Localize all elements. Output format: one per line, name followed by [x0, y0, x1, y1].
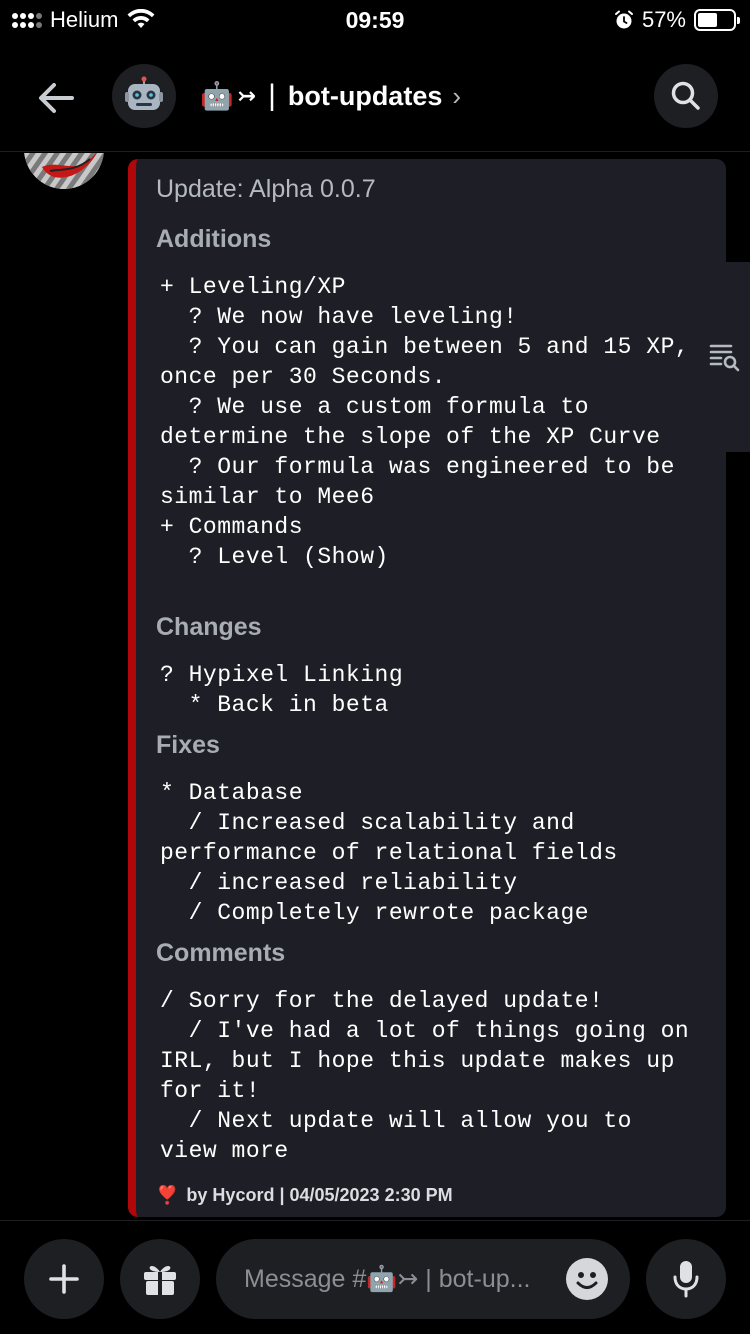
battery-fill [698, 13, 718, 27]
search-button[interactable] [654, 64, 718, 128]
emoji-button[interactable] [566, 1258, 608, 1300]
arrow-left-icon [39, 83, 74, 113]
heart-exclamation-icon: ❣️ [156, 1185, 179, 1205]
field-name-changes: Changes [156, 613, 262, 641]
battery-percent: 57% [641, 7, 686, 32]
channel-emoji: 🤖 [200, 81, 234, 111]
author-avatar[interactable] [24, 153, 104, 189]
message-composer: Message #🤖↣ | bot-up... [0, 1220, 750, 1334]
field-value-comments: / Sorry for the delayed update! / I've h… [160, 988, 690, 1164]
field-name-comments: Comments [156, 939, 286, 967]
smile-icon [576, 1272, 598, 1289]
update-embed: Update: Alpha 0.0.7 Additions + Leveling… [128, 159, 726, 1217]
status-bar: Helium 09:59 57% [0, 0, 750, 42]
gift-button[interactable] [120, 1239, 200, 1319]
add-attachment-button[interactable] [24, 1239, 104, 1319]
list-search-icon [709, 344, 740, 372]
battery-icon [694, 9, 740, 31]
member-list-tab[interactable] [700, 262, 750, 452]
embed-footer: ❣️ by Hycord | 04/05/2023 2:30 PM [156, 1185, 453, 1206]
channel-title-button[interactable]: 🤖 ↣ | bot-updates › [200, 72, 461, 120]
message-list[interactable]: Update: Alpha 0.0.7 Additions + Leveling… [0, 153, 750, 1220]
microphone-icon [673, 1261, 699, 1298]
message-placeholder: Message #🤖↣ | bot-up... [244, 1265, 531, 1293]
embed-title: Update: Alpha 0.0.7 [156, 175, 376, 203]
gift-icon [144, 1265, 176, 1295]
channel-arrow: ↣ [237, 83, 257, 108]
field-value-fixes: * Database / Increased scalability and p… [160, 780, 618, 926]
field-name-fixes: Fixes [156, 731, 220, 759]
embed-footer-text: by Hycord | 04/05/2023 2:30 PM [186, 1185, 453, 1205]
back-button[interactable] [30, 72, 82, 124]
channel-header: 🤖 ↣ | bot-updates › [0, 42, 750, 152]
search-icon [671, 81, 700, 110]
channel-separator: | [268, 79, 276, 112]
alarm-icon [614, 10, 633, 29]
field-name-additions: Additions [156, 225, 272, 253]
channel-name: bot-updates [287, 80, 443, 111]
field-value-additions: + Leveling/XP ? We now have leveling! ? … [160, 274, 690, 570]
chevron-right-icon: › [452, 80, 462, 111]
status-right: 57% [614, 7, 740, 33]
field-value-changes: ? Hypixel Linking * Back in beta [160, 662, 404, 718]
voice-message-button[interactable] [646, 1239, 726, 1319]
robot-icon [125, 76, 163, 110]
server-icon-button[interactable] [112, 64, 176, 128]
message-input[interactable]: Message #🤖↣ | bot-up... [216, 1239, 630, 1319]
plus-icon [49, 1264, 79, 1294]
